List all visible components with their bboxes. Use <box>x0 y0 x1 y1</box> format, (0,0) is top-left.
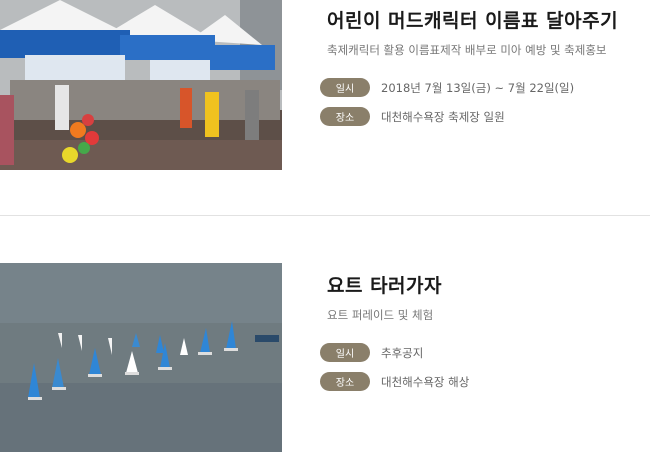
yacht-sea-photo[interactable] <box>0 263 282 452</box>
event-card-yacht: 요트 타러가자 요트 퍼레이드 및 체험 일시 추후공지 장소 대천해수욕장 해… <box>0 263 650 452</box>
event-date-row: 일시 2018년 7월 13일(금) ~ 7월 22일(일) <box>320 78 618 97</box>
event-date-row: 일시 추후공지 <box>320 343 469 362</box>
date-badge: 일시 <box>320 343 370 362</box>
section-divider <box>0 215 650 216</box>
event-info: 어린이 머드캐릭터 이름표 달아주기 축제캐릭터 활용 이름표제작 배부로 미아… <box>320 0 618 126</box>
date-badge: 일시 <box>320 78 370 97</box>
event-date-value: 추후공지 <box>381 345 424 360</box>
event-info: 요트 타러가자 요트 퍼레이드 및 체험 일시 추후공지 장소 대천해수욕장 해… <box>320 263 470 391</box>
event-title[interactable]: 어린이 머드캐릭터 이름표 달아주기 <box>327 6 618 33</box>
event-subtitle: 축제캐릭터 활용 이름표제작 배부로 미아 예방 및 축제홍보 <box>327 43 607 57</box>
place-badge: 장소 <box>320 107 370 126</box>
event-title[interactable]: 요트 타러가자 <box>327 271 469 298</box>
event-date-value: 2018년 7월 13일(금) ~ 7월 22일(일) <box>381 80 575 95</box>
place-badge: 장소 <box>320 372 370 391</box>
event-place-value: 대천해수욕장 해상 <box>381 374 470 389</box>
event-subtitle: 요트 퍼레이드 및 체험 <box>327 308 434 322</box>
festival-tent-photo[interactable] <box>0 0 282 170</box>
event-place-value: 대천해수욕장 축제장 일원 <box>381 109 505 124</box>
event-card-mud-character: 어린이 머드캐릭터 이름표 달아주기 축제캐릭터 활용 이름표제작 배부로 미아… <box>0 0 650 170</box>
event-place-row: 장소 대천해수욕장 해상 <box>320 372 470 391</box>
event-place-row: 장소 대천해수욕장 축제장 일원 <box>320 107 618 126</box>
